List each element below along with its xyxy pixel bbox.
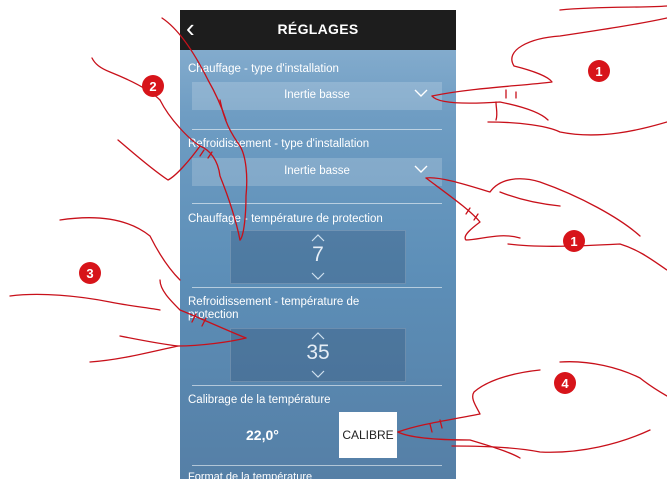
hand-icon (425, 177, 667, 271)
hand-icon (9, 217, 247, 363)
hand-icon (397, 361, 667, 459)
callout-badge: 1 (588, 60, 610, 82)
callout-badge: 1 (563, 230, 585, 252)
hand-icon (91, 17, 248, 241)
callout-badge: 2 (142, 75, 164, 97)
callout-badge: 3 (79, 262, 101, 284)
hand-icon (431, 5, 667, 136)
callout-badge: 4 (554, 372, 576, 394)
